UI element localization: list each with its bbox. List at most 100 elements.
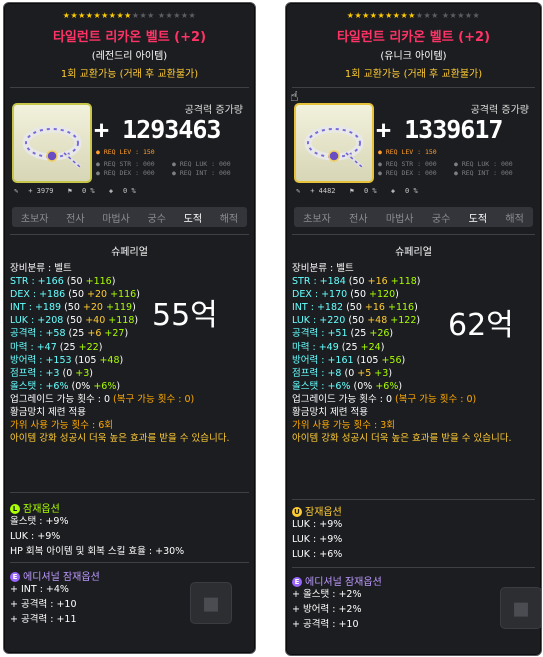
job-magician: 마법사	[385, 213, 414, 225]
job-beginner: 초보자	[303, 213, 331, 225]
lock-icon: ▪	[500, 587, 541, 629]
stat-category: 장비분류 : 벨트	[292, 263, 354, 274]
boss-icon: ⚑	[67, 187, 72, 195]
job-thief: 도적	[183, 213, 203, 225]
item-tooltip-legendary: ★★★★★★★★★★★★ ★★★★★ 타일런트 리카온 벨트 (+2) (레전드…	[3, 2, 256, 654]
upgrade-count: 업그레이드 가능 횟수 : 0 (복구 가능 횟수 : 0)	[10, 393, 195, 405]
potential-line: LUK : +9%	[292, 534, 343, 545]
attack-increase-label: 공격력 증가량	[184, 105, 243, 116]
additional-potential-lines: + INT : +4% + 공격력 : +10 + 공격력 : +11	[10, 582, 77, 627]
job-warrior: 전사	[349, 213, 368, 225]
stars-empty: ★★★ ★★★★★	[131, 11, 197, 20]
enhance-note: 아이템 강화 성공시 더욱 높은 효과를 받을 수 있습니다.	[292, 433, 512, 445]
job-archer: 궁수	[147, 213, 166, 225]
job-warrior: 전사	[66, 213, 85, 225]
combat-power-icon: ✎	[296, 187, 301, 195]
req-str: ● REQ STR : 000	[378, 160, 437, 168]
req-luk: ● REQ LUK : 000	[172, 160, 231, 168]
golden-hammer: 황금망치 제련 적용	[292, 407, 368, 419]
potential-lines: LUK : +9% LUK : +9% LUK : +6%	[292, 517, 342, 562]
req-dex: ● REQ DEX : 000	[96, 169, 155, 177]
additional-line: + 올스탯 : +2%	[292, 589, 362, 600]
stat-allstat: 올스탯 : +6% (0% +6%)	[292, 380, 403, 392]
job-pirate: 해적	[219, 213, 239, 225]
job-bar: 초보자 전사 마법사 궁수 도적 해적	[294, 207, 533, 227]
enhance-note: 아이템 강화 성공시 더욱 높은 효과를 받을 수 있습니다.	[10, 433, 230, 445]
superior-label: 슈페리얼	[395, 247, 432, 258]
belt-item-icon	[294, 103, 374, 183]
star-force-stars: ★★★★★★★★★★★★ ★★★★★	[4, 11, 255, 20]
stars-empty: ★★★ ★★★★★	[415, 11, 481, 20]
stat-category: 장비분류 : 벨트	[10, 263, 72, 274]
job-beginner: 초보자	[20, 213, 49, 225]
boss-icon: ⚑	[349, 187, 354, 195]
potential-line: LUK : +6%	[292, 549, 343, 560]
additional-line: + 공격력 : +10	[10, 599, 77, 610]
requirements: ● REQ STR : 000 ● REQ LUK : 000 ● REQ DEX…	[96, 160, 251, 178]
stars-filled: ★★★★★★★	[62, 11, 117, 20]
potential-line: 올스탯 : +9%	[10, 516, 69, 527]
potential-line: HP 회복 아이템 및 회복 스킬 효율 : +30%	[10, 546, 185, 557]
golden-hammer: 황금망치 제련 적용	[10, 407, 86, 419]
stat-str: STR : +184 (50 +16 +118)	[292, 276, 421, 288]
job-thief: 도적	[468, 213, 488, 225]
req-level: ● REQ LEV : 150	[96, 148, 155, 156]
requirements: ● REQ STR : 000 ● REQ LUK : 000 ● REQ DEX…	[378, 160, 533, 178]
req-str: ● REQ STR : 000	[96, 160, 155, 168]
stat-jump: 점프력 : +3 (0 +3)	[10, 367, 93, 379]
divider	[292, 234, 535, 235]
potential-line: LUK : +9%	[10, 531, 61, 542]
additional-line: + 방어력 : +2%	[292, 604, 362, 615]
ignore-def-icon: ◈	[108, 187, 114, 195]
scissors-count: 가위 사용 가능 횟수 : 6회	[10, 420, 114, 432]
stat-str: STR : +166 (50 +116)	[10, 276, 116, 288]
potential-header: L 잠재옵션	[10, 500, 60, 515]
divider	[10, 234, 249, 235]
potential-header: U 잠재옵션	[292, 503, 342, 518]
stat-matt: 마력 : +47 (25 +22)	[10, 341, 103, 353]
combat-power-icon: ✎	[14, 187, 19, 195]
req-int: ● REQ INT : 000	[454, 169, 513, 177]
additional-potential-header: E 에디셔널 잠재옵션	[292, 573, 382, 588]
misc-stats: ✎ + 3979 ⚑ 0 % ◈ 0 %	[14, 187, 136, 195]
attack-increase-value: + 1339617	[376, 115, 503, 144]
req-level: ● REQ LEV : 150	[378, 148, 437, 156]
divider	[292, 567, 535, 568]
price-overlay: 62억	[448, 308, 514, 343]
job-magician: 마법사	[102, 213, 130, 225]
price-overlay: 55억	[152, 298, 218, 333]
item-rarity: (유니크 아이템)	[380, 51, 447, 62]
misc-stats: ✎ + 4482 ⚑ 0 % ◈ 0 %	[296, 187, 418, 195]
belt-item-icon	[12, 103, 92, 183]
divider	[292, 499, 535, 500]
item-title: 타일런트 리카온 벨트 (+2)	[52, 30, 207, 45]
additional-line: + INT : +4%	[10, 584, 69, 595]
req-int: ● REQ INT : 000	[172, 169, 231, 177]
item-rarity: (레전드리 아이템)	[91, 51, 168, 62]
stars-filled: ★★★★★★★	[346, 11, 401, 20]
divider	[292, 87, 535, 88]
potential-line: LUK : +9%	[292, 519, 343, 530]
epic-badge-icon: E	[292, 577, 302, 587]
additional-potential-header: E 에디셔널 잠재옵션	[10, 568, 100, 583]
attack-increase-label: 공격력 증가량	[470, 105, 529, 116]
star-force-stars: ★★★★★★★★★★★★ ★★★★★	[286, 11, 541, 20]
job-bar: 초보자 전사 마법사 궁수 도적 해적	[12, 207, 247, 227]
unique-badge-icon: U	[292, 507, 302, 517]
additional-potential-lines: + 올스탯 : +2% + 방어력 : +2% + 공격력 : +10	[292, 587, 361, 632]
upgrade-count: 업그레이드 가능 횟수 : 0 (복구 가능 횟수 : 0)	[292, 393, 477, 405]
additional-line: + 공격력 : +11	[10, 614, 77, 625]
stat-jump: 점프력 : +8 (0 +5 +3)	[292, 367, 393, 379]
stats-list: 장비분류 : 벨트 STR : +184 (50 +16 +118) DEX :…	[292, 262, 535, 445]
stars-filled-2: ★★	[116, 11, 132, 20]
stars-filled-2: ★★	[400, 11, 416, 20]
trade-info: 1회 교환가능 (거래 후 교환불가)	[60, 69, 199, 80]
divider	[10, 562, 249, 563]
stat-allstat: 올스탯 : +6% (0% +6%)	[10, 380, 121, 392]
job-pirate: 해적	[505, 213, 524, 225]
trade-info: 1회 교환가능 (거래 후 교환불가)	[344, 69, 483, 80]
superior-label: 슈페리얼	[111, 247, 148, 258]
job-archer: 궁수	[431, 213, 451, 225]
ignore-def-icon: ◈	[390, 187, 396, 195]
attack-increase-value: + 1293463	[94, 115, 221, 144]
